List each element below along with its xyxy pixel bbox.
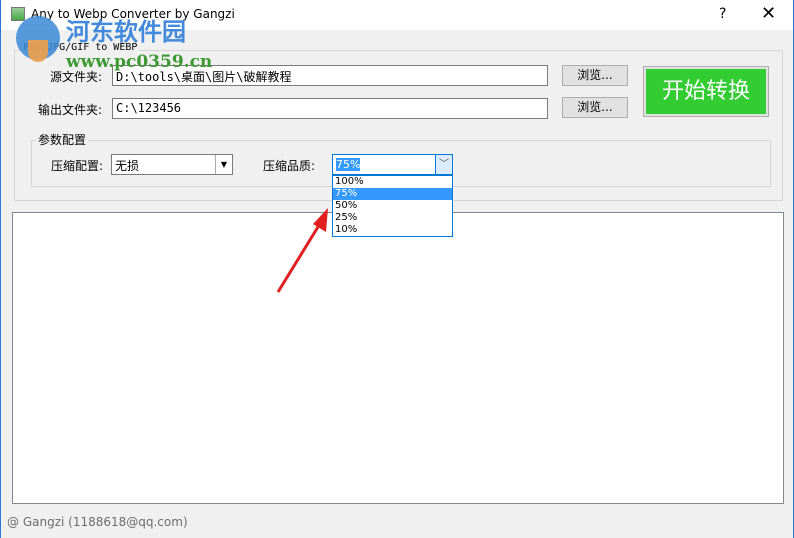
output-folder-input[interactable]: C:\123456 xyxy=(112,98,548,119)
quality-label: 压缩品质: xyxy=(263,159,316,173)
compress-mode-select[interactable]: 无损 ▼ xyxy=(111,154,233,175)
close-button[interactable]: ✕ xyxy=(761,3,776,24)
source-label: 源文件夹: xyxy=(50,70,103,84)
quality-dropdown-list: 100% 75% 50% 25% 10% xyxy=(332,175,453,237)
start-convert-button[interactable]: 开始转换 xyxy=(643,66,769,117)
output-browse-button[interactable]: 浏览... xyxy=(562,97,628,118)
quality-option[interactable]: 100% xyxy=(333,176,452,188)
quality-select[interactable]: 75% ﹀ xyxy=(332,154,453,175)
main-group-label: PNG/JPG/GIF to WEBP xyxy=(21,42,140,53)
output-label: 输出文件夹: xyxy=(38,103,103,117)
log-area[interactable] xyxy=(12,212,784,504)
start-convert-label: 开始转换 xyxy=(646,69,766,114)
app-icon xyxy=(11,7,25,21)
window-title: Any to Webp Converter by Gangzi xyxy=(31,7,235,21)
quality-option[interactable]: 50% xyxy=(333,200,452,212)
compress-mode-value: 无损 xyxy=(115,159,140,173)
quality-option[interactable]: 10% xyxy=(333,224,452,236)
source-folder-input[interactable]: D:\tools\桌面\图片\破解教程 xyxy=(112,65,548,86)
quality-option[interactable]: 25% xyxy=(333,212,452,224)
chevron-down-icon[interactable]: ﹀ xyxy=(435,155,452,174)
status-bar-text: @ Gangzi (1188618@qq.com) xyxy=(7,515,188,529)
help-button[interactable]: ? xyxy=(719,6,726,22)
quality-option-selected[interactable]: 75% xyxy=(333,188,452,200)
source-browse-button[interactable]: 浏览... xyxy=(562,65,628,86)
dropdown-arrow-icon[interactable]: ▼ xyxy=(215,155,232,174)
quality-value: 75% xyxy=(336,158,361,171)
params-group-label: 参数配置 xyxy=(36,131,89,148)
compress-mode-label: 压缩配置: xyxy=(51,159,104,173)
